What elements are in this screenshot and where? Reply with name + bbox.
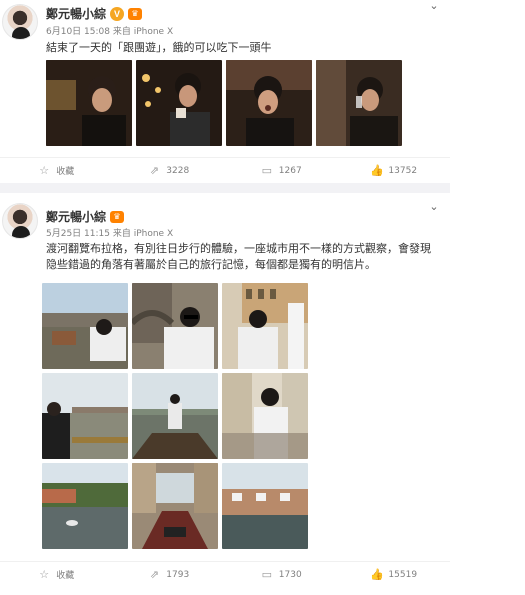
favorite-button[interactable]: ☆ 收藏 xyxy=(0,562,113,587)
member-crown-icon: ♛ xyxy=(110,210,125,223)
repost-count: 1793 xyxy=(166,569,190,580)
like-button[interactable]: 👍 13752 xyxy=(338,158,451,183)
post-photo[interactable] xyxy=(42,373,128,459)
like-count: 13752 xyxy=(388,165,418,176)
chevron-down-icon[interactable]: ⌄ xyxy=(428,0,440,12)
post-photo[interactable] xyxy=(136,60,222,146)
repost-button[interactable]: ⇗ 1793 xyxy=(113,562,226,587)
post-photo[interactable] xyxy=(132,373,218,459)
favorite-button[interactable]: ☆ 收藏 xyxy=(0,158,113,183)
weibo-post-2: 鄭元暢小綜 ♛ 5月25日 11:15 来自 iPhone X ⌄ 渡河翻覽布拉… xyxy=(0,193,450,595)
comment-count: 1267 xyxy=(278,165,302,176)
post-meta[interactable]: 6月10日 15:08 来自 iPhone X xyxy=(46,24,173,37)
post-photo[interactable] xyxy=(316,60,402,146)
favorite-label: 收藏 xyxy=(56,571,75,581)
avatar[interactable] xyxy=(2,4,38,40)
author-row: 鄭元暢小綜 ♛ xyxy=(46,208,125,225)
post-actions: ☆ 收藏 ⇗ 3228 ▭ 1267 👍 13752 xyxy=(0,157,450,183)
comment-count: 1730 xyxy=(278,569,302,580)
avatar[interactable] xyxy=(2,203,38,239)
post-photo[interactable] xyxy=(42,463,128,549)
post-meta[interactable]: 5月25日 11:15 来自 iPhone X xyxy=(46,226,173,239)
comment-icon: ▭ xyxy=(261,567,272,581)
comment-button[interactable]: ▭ 1267 xyxy=(225,158,338,183)
feed-separator xyxy=(0,183,450,193)
post-photo[interactable] xyxy=(46,60,132,146)
weibo-post-1: 鄭元暢小綜 V ♛ 6月10日 15:08 来自 iPhone X ⌄ 結束了一… xyxy=(0,0,450,183)
author-name[interactable]: 鄭元暢小綜 xyxy=(46,5,106,22)
post-text: 渡河翻覽布拉格，有別往日步行的體驗，一座城市用不一樣的方式觀察，會發現隐些錯過的… xyxy=(46,242,431,271)
right-gutter xyxy=(450,0,525,595)
like-count: 15519 xyxy=(388,569,418,580)
post-photo[interactable] xyxy=(132,283,218,369)
comment-button[interactable]: ▭ 1730 xyxy=(225,562,338,587)
star-icon: ☆ xyxy=(39,163,50,177)
repost-count: 3228 xyxy=(166,165,190,176)
like-button[interactable]: 👍 15519 xyxy=(338,562,451,587)
post-photo[interactable] xyxy=(222,283,308,369)
post-photo[interactable] xyxy=(42,283,128,369)
author-row: 鄭元暢小綜 V ♛ xyxy=(46,5,143,22)
post-photo[interactable] xyxy=(222,463,308,549)
post-photo[interactable] xyxy=(222,373,308,459)
thumbs-up-icon: 👍 xyxy=(370,567,385,581)
verified-v-icon: V xyxy=(110,6,125,21)
post-photo[interactable] xyxy=(132,463,218,549)
chevron-down-icon[interactable]: ⌄ xyxy=(428,201,440,213)
post-photo[interactable] xyxy=(226,60,312,146)
repost-button[interactable]: ⇗ 3228 xyxy=(113,158,226,183)
repost-icon: ⇗ xyxy=(149,567,159,581)
favorite-label: 收藏 xyxy=(56,167,75,177)
member-crown-icon: ♛ xyxy=(128,7,143,20)
repost-icon: ⇗ xyxy=(149,163,159,177)
star-icon: ☆ xyxy=(39,567,50,581)
thumbs-up-icon: 👍 xyxy=(370,163,385,177)
comment-icon: ▭ xyxy=(261,163,272,177)
post-text: 結束了一天的「跟團遊」，餓的可以吃下一頭牛 xyxy=(46,41,272,54)
author-name[interactable]: 鄭元暢小綜 xyxy=(46,208,106,225)
post-actions: ☆ 收藏 ⇗ 1793 ▭ 1730 👍 15519 xyxy=(0,561,450,587)
